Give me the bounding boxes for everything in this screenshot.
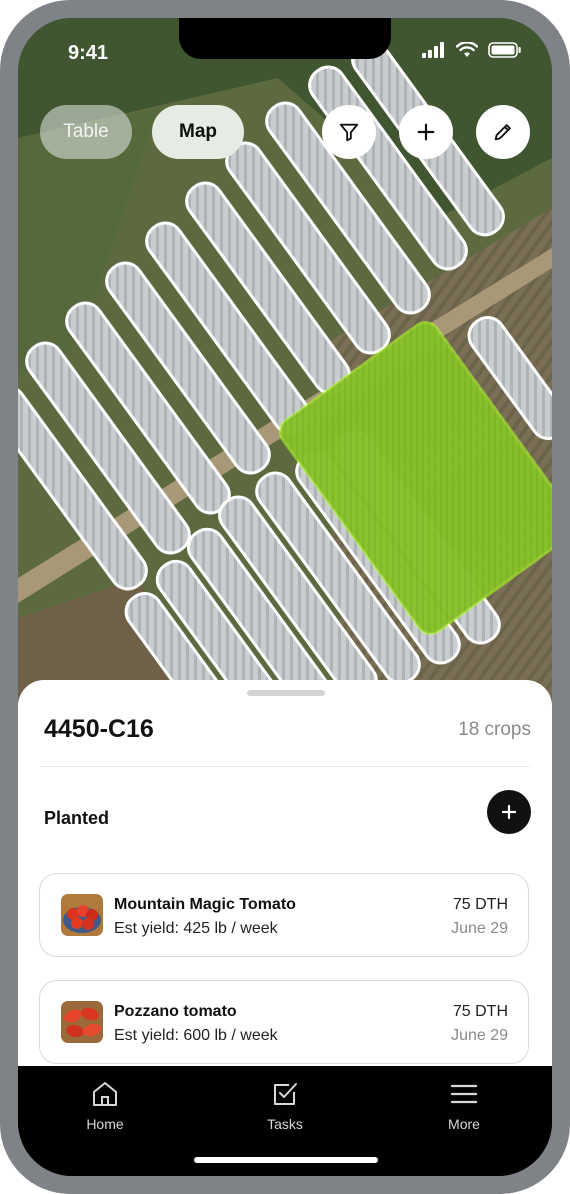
battery-icon xyxy=(488,42,521,58)
crop-date: June 29 xyxy=(451,1027,508,1044)
crop-name: Pozzano tomato xyxy=(114,1003,237,1020)
filter-button[interactable] xyxy=(322,105,376,159)
home-icon xyxy=(93,1082,117,1106)
crop-card[interactable]: Pozzano tomato Est yield: 600 lb / week … xyxy=(39,980,529,1064)
add-crop-button[interactable] xyxy=(487,790,531,834)
field-detail-sheet: 4450-C16 18 crops Planted Mountain Magic… xyxy=(18,680,552,1100)
table-view-toggle[interactable]: Table xyxy=(40,105,132,159)
crop-dth: 75 DTH xyxy=(452,896,508,913)
plus-icon xyxy=(501,804,517,820)
status-icons xyxy=(422,42,522,58)
crop-date: June 29 xyxy=(451,920,508,937)
crop-dth: 75 DTH xyxy=(452,1003,508,1020)
tasks-icon xyxy=(274,1083,297,1105)
crop-name: Mountain Magic Tomato xyxy=(114,896,296,913)
add-button[interactable] xyxy=(399,105,453,159)
tab-label: Home xyxy=(86,1116,124,1132)
roma-tomato-image xyxy=(61,1001,103,1043)
tab-more[interactable]: More xyxy=(404,1076,524,1132)
tomato-bowl-image xyxy=(61,894,103,936)
tab-home[interactable]: Home xyxy=(45,1076,165,1132)
signal-icon xyxy=(422,42,444,58)
status-time: 9:41 xyxy=(68,42,109,64)
home-indicator[interactable] xyxy=(194,1157,378,1163)
wifi-icon xyxy=(456,42,478,57)
device-notch xyxy=(179,18,391,59)
crop-count: 18 crops xyxy=(458,719,531,740)
crop-card[interactable]: Mountain Magic Tomato Est yield: 425 lb … xyxy=(39,873,529,957)
tab-label: Tasks xyxy=(267,1116,303,1132)
bottom-tab-bar: Home Tasks More xyxy=(18,1066,552,1176)
crop-yield: Est yield: 425 lb / week xyxy=(114,920,278,937)
plus-icon xyxy=(417,123,435,141)
menu-icon xyxy=(450,1084,478,1104)
tab-tasks[interactable]: Tasks xyxy=(225,1076,345,1132)
tab-label: More xyxy=(448,1116,480,1132)
filter-icon xyxy=(339,123,359,142)
divider xyxy=(40,766,530,767)
planted-section-title: Planted xyxy=(44,808,110,828)
pencil-icon xyxy=(494,124,511,141)
map-view-toggle[interactable]: Map xyxy=(152,105,244,159)
phone-screen: 9:41 Table Map 4450-C16 18 crops Planted… xyxy=(18,18,552,1176)
crop-yield: Est yield: 600 lb / week xyxy=(114,1027,278,1044)
sheet-drag-handle[interactable] xyxy=(247,690,325,696)
edit-button[interactable] xyxy=(476,105,530,159)
field-name: 4450-C16 xyxy=(44,715,154,743)
